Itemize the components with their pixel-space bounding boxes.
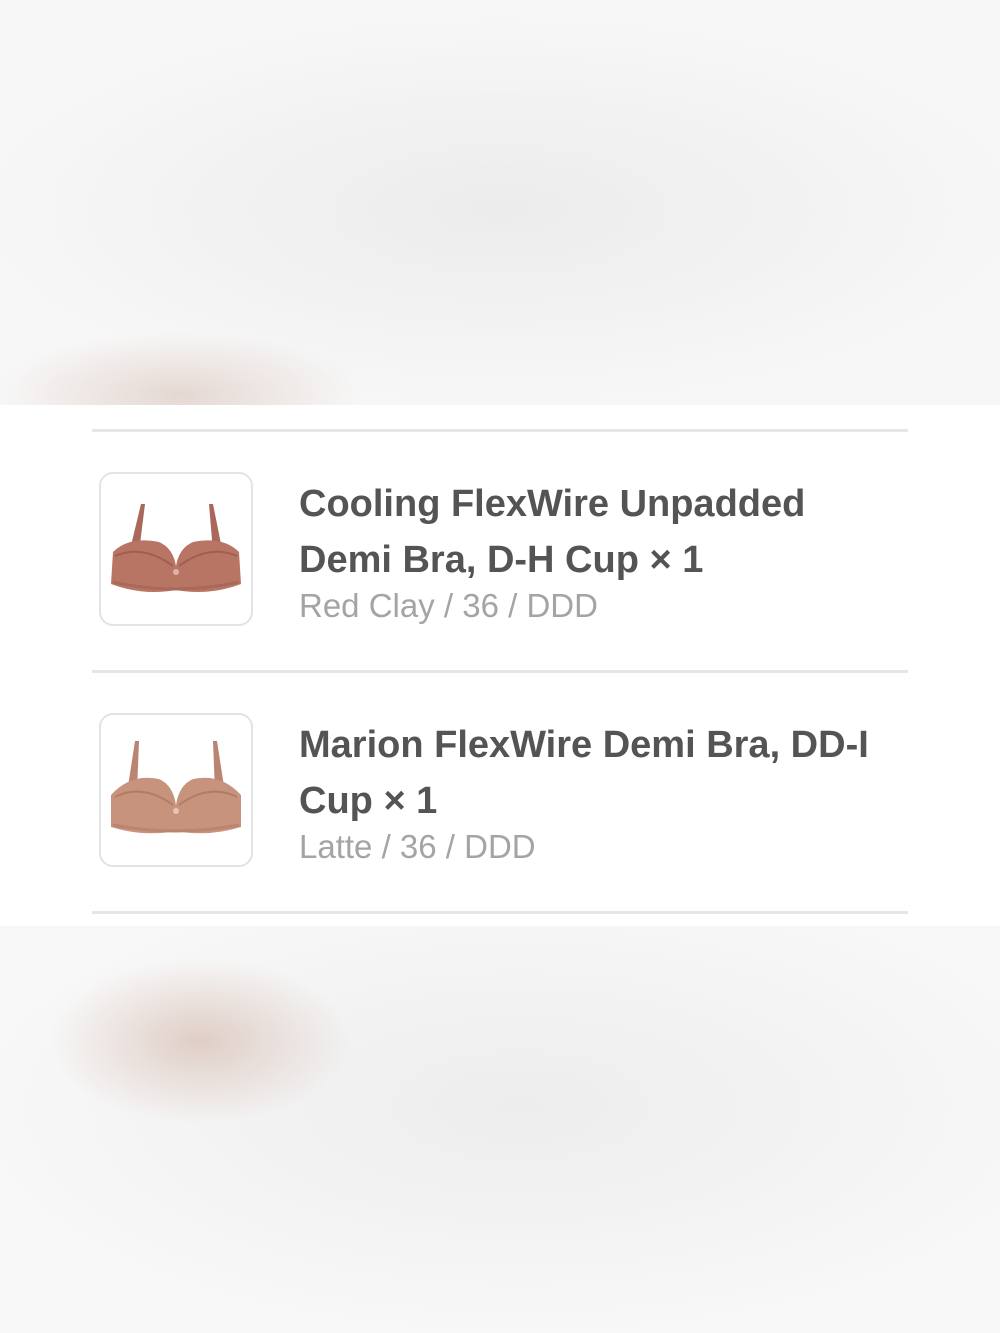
blurred-background-bottom [0,926,1000,1333]
order-item-red-clay[interactable]: Cooling FlexWire Unpadded Demi Bra, D-H … [92,472,908,712]
divider [92,670,908,673]
product-title[interactable]: Marion FlexWire Demi Bra, DD-I Cup × 1 [299,717,899,829]
product-quantity: × 1 [649,539,704,581]
bra-product-icon [111,504,241,592]
order-item-latte[interactable]: Marion FlexWire Demi Bra, DD-I Cup × 1 L… [92,713,908,953]
product-thumbnail[interactable] [99,713,253,867]
order-items-list: Cooling FlexWire Unpadded Demi Bra, D-H … [0,405,1000,926]
product-variant: Red Clay / 36 / DDD [299,587,598,624]
product-variant: Latte / 36 / DDD [299,828,536,865]
product-thumbnail[interactable] [99,472,253,626]
divider [92,911,908,914]
product-quantity: × 1 [383,780,438,822]
bra-product-icon [111,741,241,834]
divider [92,429,908,432]
product-title[interactable]: Cooling FlexWire Unpadded Demi Bra, D-H … [299,476,899,588]
product-name: Cooling FlexWire Unpadded Demi Bra, D-H … [299,483,806,581]
blurred-background-top [0,0,1000,405]
